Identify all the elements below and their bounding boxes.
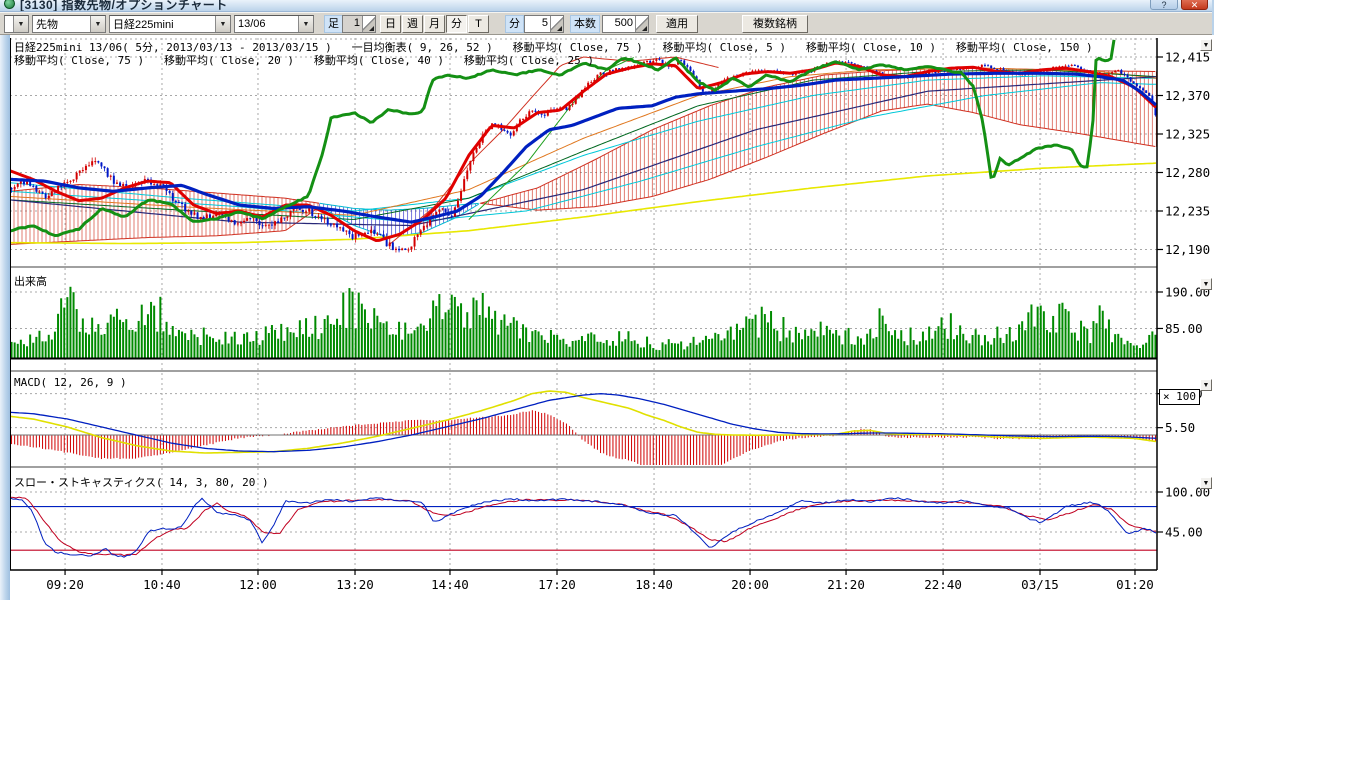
time-axis-label: 20:00 [731, 577, 769, 592]
toolbar: ▼ 先物▼ 日経225mini▼ 13/06▼ 足 1 日週月分T 分 5 本数… [0, 12, 1212, 35]
window-titlebar[interactable]: [3130] 指数先物/オプションチャート ? ✕ [0, 0, 1212, 12]
combo-arrow-icon[interactable]: ▼ [298, 16, 313, 32]
price-axis-label: 12,280 [1165, 165, 1210, 180]
spin-widget-icon[interactable] [635, 16, 648, 32]
chart-application-window: [3130] 指数先物/オプションチャート ? ✕ ▼ 先物▼ 日経225min… [0, 0, 1214, 602]
period-button-日[interactable]: 日 [380, 15, 401, 33]
price-axis-label: 12,190 [1165, 242, 1210, 257]
price-axis-label: 12,325 [1165, 127, 1210, 142]
time-axis-label: 09:20 [46, 577, 84, 592]
bar-label: 足 [324, 15, 343, 33]
time-axis-label: 18:40 [635, 577, 673, 592]
time-axis-label: 01:20 [1116, 577, 1154, 592]
combo-arrow-icon[interactable]: ▼ [13, 16, 28, 32]
time-axis-label: 03/15 [1021, 577, 1059, 592]
stoch-panel-selector[interactable]: ▼ [1200, 477, 1212, 489]
minute-spin[interactable]: 5 [524, 15, 564, 33]
multi-symbol-button[interactable]: 複数銘柄 [742, 15, 808, 33]
combo-arrow-icon[interactable]: ▼ [90, 16, 105, 32]
price-axis-label: 12,370 [1165, 88, 1210, 103]
category-combo[interactable]: 先物▼ [32, 15, 106, 33]
time-axis-label: 17:20 [538, 577, 576, 592]
macd-panel-selector[interactable]: ▼ [1200, 379, 1212, 391]
window-title: [3130] 指数先物/オプションチャート [20, 0, 228, 12]
count-spin[interactable]: 500 [602, 15, 649, 33]
period-button-T[interactable]: T [468, 15, 489, 33]
contract-combo[interactable]: 13/06▼ [234, 15, 314, 33]
volume-axis-label: 85.00 [1165, 321, 1203, 336]
macd-panel-title: MACD( 12, 26, 9 ) [14, 376, 127, 389]
symbol-combo[interactable]: 日経225mini▼ [109, 15, 231, 33]
chart-canvas: 12,41512,37012,32512,28012,23512,190190.… [0, 35, 1214, 602]
combo-arrow-icon[interactable]: ▼ [215, 16, 230, 32]
main-panel-selector[interactable]: ▼ [1200, 39, 1212, 51]
left-frame-strip [0, 35, 10, 600]
volume-panel-title: 出来高 [14, 273, 47, 289]
period-button-group: 日週月分T [380, 15, 489, 33]
volume-scale-badge: × 100 [1159, 389, 1200, 405]
minute-label: 分 [505, 15, 524, 33]
history-combo[interactable]: ▼ [4, 15, 29, 33]
bar-interval-spin[interactable]: 1 [342, 15, 376, 33]
spin-widget-icon[interactable] [362, 16, 375, 32]
close-button[interactable]: ✕ [1181, 0, 1208, 10]
period-button-分[interactable]: 分 [446, 15, 467, 33]
stoch-axis-label: 45.00 [1165, 525, 1203, 540]
time-axis-label: 21:20 [827, 577, 865, 592]
time-axis-label: 10:40 [143, 577, 181, 592]
time-axis-label: 12:00 [239, 577, 277, 592]
time-axis-label: 22:40 [924, 577, 962, 592]
count-label: 本数 [570, 15, 600, 33]
price-axis-label: 12,415 [1165, 50, 1210, 65]
macd-axis-label: 5.50 [1165, 420, 1195, 435]
chart-svg: 12,41512,37012,32512,28012,23512,190190.… [0, 35, 1214, 602]
price-axis-label: 12,235 [1165, 204, 1210, 219]
legend-row-2: 移動平均( Close, 75 ) 移動平均( Close, 20 ) 移動平均… [14, 52, 594, 68]
app-icon [4, 0, 15, 9]
stoch-panel-title: スロー・ストキャスティクス( 14, 3, 80, 20 ) [14, 474, 269, 490]
help-button[interactable]: ? [1150, 0, 1178, 10]
time-axis-label: 14:40 [431, 577, 469, 592]
apply-button[interactable]: 適用 [656, 15, 698, 33]
period-button-月[interactable]: 月 [424, 15, 445, 33]
period-button-週[interactable]: 週 [402, 15, 423, 33]
time-axis-label: 13:20 [336, 577, 374, 592]
spin-widget-icon[interactable] [550, 16, 563, 32]
volume-panel-selector[interactable]: ▼ [1200, 278, 1212, 290]
